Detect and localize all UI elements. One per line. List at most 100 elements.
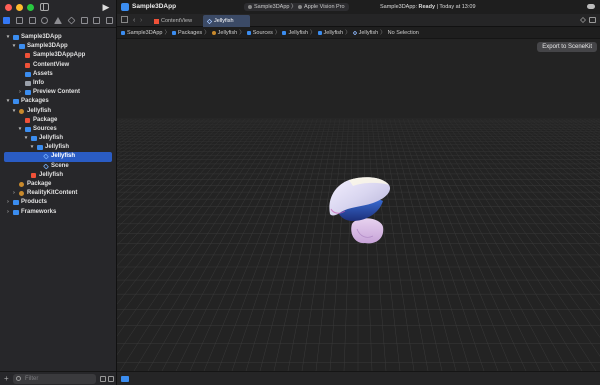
- tab-label: ContentView: [161, 18, 193, 24]
- status-time: | Today at 13:09: [435, 4, 476, 10]
- navigator-item-label: Jellyfish: [27, 107, 52, 114]
- filter-field[interactable]: Filter: [13, 374, 96, 384]
- disclosure-triangle-icon[interactable]: ▾: [5, 33, 11, 42]
- disclosure-triangle-icon[interactable]: ›: [17, 88, 23, 97]
- scheme-selector[interactable]: Sample3DApp 〉 Apple Vision Pro: [244, 3, 349, 11]
- navigator-item[interactable]: ▾ Jellyfish: [0, 143, 116, 152]
- navigator-item[interactable]: › Preview Content: [0, 88, 116, 97]
- back-button[interactable]: ‹: [133, 14, 135, 27]
- tab-jellyfish[interactable]: Jellyfish: [203, 15, 250, 27]
- forward-button[interactable]: ›: [140, 14, 142, 27]
- 3d-scene-viewport[interactable]: Export to SceneKit: [117, 39, 600, 371]
- scene-cube-icon: [206, 18, 213, 25]
- minimize-window-button[interactable]: [16, 4, 23, 11]
- plist-icon: [25, 80, 31, 86]
- disclosure-triangle-icon[interactable]: ▾: [17, 125, 23, 134]
- navigator-item[interactable]: ▾ Packages: [0, 97, 116, 106]
- scheme-icon: [248, 4, 252, 9]
- navigator-item[interactable]: ▾ Jellyfish: [0, 107, 116, 116]
- breakpoint-navigator-icon[interactable]: [93, 16, 101, 24]
- breadcrumb-icon: [211, 30, 216, 35]
- breadcrumb-separator: 〉: [239, 30, 245, 36]
- close-window-button[interactable]: [5, 4, 12, 11]
- navigator-item[interactable]: Scene: [0, 162, 116, 171]
- debug-navigator-icon[interactable]: [80, 16, 88, 24]
- editor-options-icon[interactable]: [580, 17, 586, 23]
- issue-navigator-icon[interactable]: [54, 16, 62, 24]
- disclosure-triangle-icon[interactable]: ▾: [29, 143, 35, 152]
- navigator-item-label: Sample3DApp: [21, 34, 62, 40]
- navigator-item-label: ContentView: [33, 61, 70, 68]
- reality-bundle-icon: [37, 145, 43, 151]
- breadcrumb-item[interactable]: Jellyfish: [317, 27, 344, 39]
- zoom-window-button[interactable]: [27, 4, 34, 11]
- navigator-item-label: Assets: [33, 70, 53, 77]
- breadcrumb-item[interactable]: Jellyfish: [282, 27, 308, 39]
- swift-file-icon: [154, 19, 159, 24]
- breadcrumb-item[interactable]: No Selection: [388, 27, 419, 39]
- navigator-item-label: Scene: [51, 162, 69, 169]
- cloud-icon[interactable]: [587, 4, 595, 9]
- run-button[interactable]: ▶: [101, 2, 111, 12]
- status-state: Ready: [418, 4, 436, 10]
- debug-bar: [117, 371, 600, 385]
- breadcrumb-item[interactable]: Sources: [246, 27, 273, 39]
- breadcrumb-icon: [171, 30, 176, 35]
- sidebar-toggle-icon[interactable]: [40, 3, 49, 11]
- navigator-item[interactable]: › RealityKitContent: [0, 189, 116, 198]
- related-items-icon[interactable]: [121, 16, 128, 23]
- navigator-item[interactable]: Jellyfish: [0, 171, 116, 180]
- navigator-item[interactable]: › Products: [0, 198, 116, 207]
- navigator-item-label: Sources: [33, 125, 57, 132]
- disclosure-triangle-icon[interactable]: ›: [11, 189, 17, 198]
- navigator-item-label: RealityKitContent: [27, 190, 78, 197]
- breadcrumb-item[interactable]: Sample3DApp: [121, 27, 162, 39]
- disclosure-triangle-icon[interactable]: ▾: [11, 42, 17, 51]
- navigator-item[interactable]: Info: [0, 79, 116, 88]
- navigator-item[interactable]: Package: [0, 180, 116, 189]
- tab-label: Jellyfish: [214, 18, 234, 24]
- disclosure-triangle-icon[interactable]: ▾: [11, 107, 17, 116]
- navigator-item[interactable]: ▾ Sources: [0, 125, 116, 134]
- device-icon: [298, 4, 303, 9]
- navigator-item[interactable]: ContentView: [0, 61, 116, 70]
- export-to-scenekit-button[interactable]: Export to SceneKit: [537, 42, 597, 52]
- add-file-button[interactable]: +: [4, 375, 9, 383]
- breadcrumb-label: Jellyfish: [323, 30, 344, 36]
- split-editor-icon[interactable]: [589, 17, 596, 23]
- navigator-item-label: Info: [33, 79, 44, 86]
- navigator-item[interactable]: ▾ Sample3DApp: [0, 33, 116, 42]
- navigator-item[interactable]: Assets: [0, 70, 116, 79]
- navigator-item[interactable]: › Frameworks: [0, 208, 116, 217]
- navigator-item[interactable]: ▾ Sample3DApp: [0, 42, 116, 51]
- debug-area-toggle-icon[interactable]: [121, 376, 129, 382]
- navigator-item[interactable]: Package: [0, 116, 116, 125]
- bookmark-navigator-icon[interactable]: [28, 16, 36, 24]
- report-navigator-icon[interactable]: [106, 16, 113, 24]
- breadcrumb-item[interactable]: Packages: [171, 27, 202, 39]
- test-navigator-icon[interactable]: [67, 16, 76, 24]
- folder-icon: [25, 126, 31, 132]
- tab-contentview[interactable]: ContentView: [150, 15, 203, 27]
- swift-file-icon: [25, 117, 30, 123]
- navigator-filter-bar: + Filter: [0, 371, 116, 385]
- source-control-navigator-icon[interactable]: [15, 16, 23, 24]
- recent-files-filter-icon[interactable]: [100, 376, 106, 382]
- project-navigator-icon[interactable]: [3, 16, 10, 24]
- disclosure-triangle-icon[interactable]: ›: [5, 208, 11, 217]
- navigator-item[interactable]: ▾ Jellyfish: [0, 134, 116, 143]
- find-navigator-icon[interactable]: [41, 16, 49, 24]
- source-control-filter-icon[interactable]: [108, 376, 114, 382]
- breadcrumb-item[interactable]: Jellyfish: [352, 27, 378, 39]
- disclosure-triangle-icon[interactable]: ›: [5, 198, 11, 207]
- navigator-item[interactable]: Sample3DAppApp: [0, 51, 116, 60]
- navigator-item[interactable]: Jellyfish: [4, 152, 112, 162]
- breadcrumb-item[interactable]: Jellyfish: [211, 27, 237, 39]
- scheme-target: Sample3DApp: [254, 4, 290, 10]
- folder-icon: [31, 136, 37, 142]
- swift-file-icon: [25, 53, 30, 59]
- breadcrumb-separator: 〉: [345, 30, 351, 36]
- disclosure-triangle-icon[interactable]: ▾: [5, 97, 11, 106]
- package-icon: [19, 191, 24, 197]
- disclosure-triangle-icon[interactable]: ▾: [23, 134, 29, 143]
